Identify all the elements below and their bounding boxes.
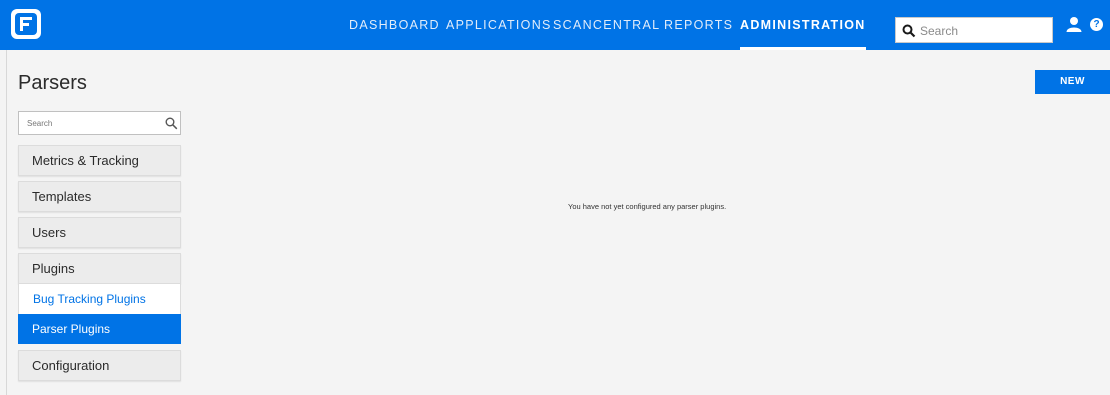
nav-scancentral[interactable]: SCANCENTRAL bbox=[553, 0, 660, 50]
nav-reports[interactable]: REPORTS bbox=[664, 0, 733, 50]
sidebar-item-metrics-tracking[interactable]: Metrics & Tracking bbox=[18, 145, 181, 176]
sidebar-item-plugins[interactable]: Plugins bbox=[18, 253, 181, 284]
sidebar-search-input[interactable] bbox=[27, 116, 157, 131]
empty-state-message: You have not yet configured any parser p… bbox=[568, 202, 727, 211]
sidebar-subitem-bug-tracking-plugins[interactable]: Bug Tracking Plugins bbox=[18, 284, 181, 314]
nav-administration[interactable]: ADMINISTRATION bbox=[740, 0, 866, 50]
top-navigation-bar: DASHBOARD APPLICATIONS SCANCENTRAL REPOR… bbox=[0, 0, 1110, 50]
nav-dashboard[interactable]: DASHBOARD bbox=[349, 0, 440, 50]
search-icon[interactable] bbox=[902, 24, 916, 43]
sidebar-item-templates[interactable]: Templates bbox=[18, 181, 181, 212]
sidebar-subitem-parser-plugins[interactable]: Parser Plugins bbox=[18, 314, 181, 344]
search-icon[interactable] bbox=[165, 117, 178, 135]
help-icon[interactable]: ? bbox=[1090, 18, 1103, 31]
nav-applications[interactable]: APPLICATIONS bbox=[446, 0, 552, 50]
sidebar-item-configuration[interactable]: Configuration bbox=[18, 350, 181, 381]
new-button[interactable]: NEW bbox=[1035, 70, 1110, 94]
sidebar-item-users[interactable]: Users bbox=[18, 217, 181, 248]
fortify-logo-icon[interactable] bbox=[11, 9, 41, 39]
left-edge bbox=[0, 50, 7, 395]
global-search-input[interactable] bbox=[920, 22, 1045, 40]
user-icon[interactable] bbox=[1066, 16, 1082, 37]
page-title: Parsers bbox=[18, 72, 87, 94]
sidebar-search[interactable] bbox=[18, 111, 181, 135]
global-search[interactable] bbox=[895, 17, 1053, 43]
